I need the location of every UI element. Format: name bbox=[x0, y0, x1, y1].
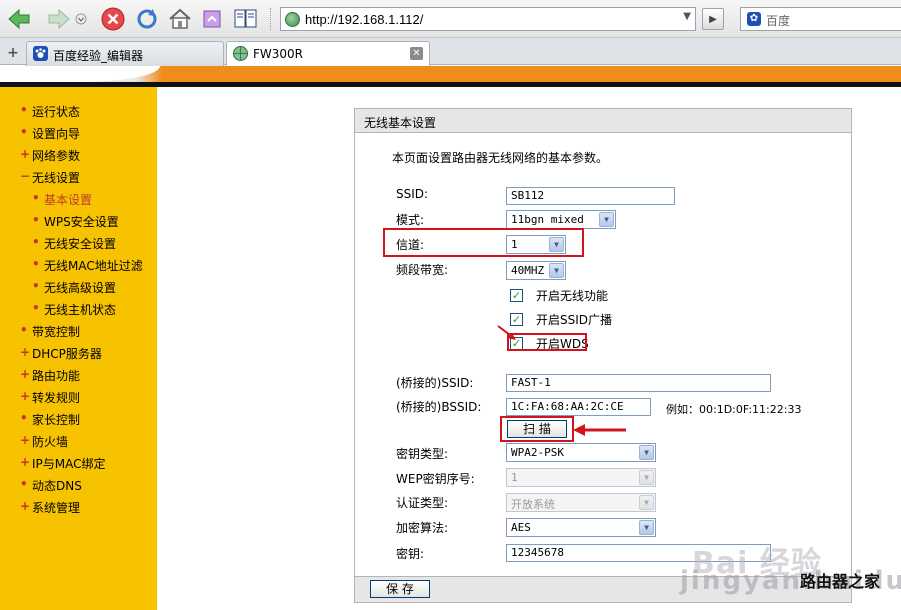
auth-type-value: 开放系统 bbox=[511, 498, 555, 511]
ssid-broadcast-label: 开启SSID广播 bbox=[536, 313, 613, 327]
save-button[interactable]: 保 存 bbox=[370, 580, 430, 598]
stop-icon bbox=[101, 7, 125, 31]
bandwidth-select[interactable]: 40MHZ ▼ bbox=[506, 261, 566, 280]
ssid-label: SSID: bbox=[396, 187, 429, 201]
panel-title: 无线基本设置 bbox=[364, 116, 437, 130]
chevron-down-icon: ▼ bbox=[639, 470, 654, 485]
sidebar-menu: • 运行状态 • 设置向导 + 网络参数 − 无线设置 • 基本设置 • WPS安全设置 •… bbox=[0, 87, 157, 610]
toolbar-separator bbox=[270, 8, 272, 30]
chevron-down-icon: ▼ bbox=[639, 445, 654, 460]
key-type-select[interactable]: WPA2-PSK ▼ bbox=[506, 443, 656, 462]
intro-text: 本页面设置路由器无线网络的基本参数。 bbox=[392, 151, 609, 165]
book-icon bbox=[234, 9, 257, 28]
chevron-down-icon[interactable]: ▼ bbox=[683, 11, 691, 22]
mode-select[interactable]: 11bgn mixed ▼ bbox=[506, 210, 616, 229]
back-arrow-icon bbox=[8, 8, 30, 30]
highlight-scan bbox=[500, 416, 574, 442]
red-arrow-icon bbox=[573, 424, 626, 436]
bridge-bssid-label: (桥接的)BSSID: bbox=[396, 400, 482, 414]
encryption-select[interactable]: AES ▼ bbox=[506, 518, 656, 537]
refresh-button[interactable] bbox=[134, 6, 160, 32]
panel-header: 无线基本设置 bbox=[354, 108, 852, 133]
chevron-down-icon: ▼ bbox=[549, 263, 564, 278]
forward-arrow-icon bbox=[48, 8, 70, 30]
search-box[interactable]: ✿ 百度 bbox=[740, 7, 901, 31]
auth-type-label: 认证类型: bbox=[396, 496, 449, 510]
key-label: 密钥: bbox=[396, 547, 425, 561]
wep-index-select[interactable]: 1 ▼ bbox=[506, 468, 656, 487]
stop-button[interactable] bbox=[100, 6, 126, 32]
history-dropdown[interactable] bbox=[74, 6, 88, 32]
chevron-down-icon bbox=[75, 13, 87, 25]
chevron-down-icon: ▼ bbox=[639, 520, 654, 535]
baidu-paw-icon: ✿ bbox=[747, 12, 761, 26]
wireless-enable-checkbox[interactable]: ✓ bbox=[510, 289, 523, 302]
bridge-ssid-label: (桥接的)SSID: bbox=[396, 376, 474, 390]
bookmarks-button[interactable] bbox=[233, 6, 259, 32]
encryption-value: AES bbox=[511, 521, 531, 534]
bridge-ssid-input[interactable]: FAST-1 bbox=[506, 374, 771, 392]
plus-icon: + bbox=[7, 45, 19, 61]
address-bar[interactable]: http://192.168.1.112/ ▼ bbox=[280, 7, 696, 31]
wireless-enable-label: 开启无线功能 bbox=[536, 289, 609, 303]
auth-type-select[interactable]: 开放系统 ▼ bbox=[506, 493, 656, 512]
chevron-down-icon: ▼ bbox=[639, 495, 654, 510]
site-watermark: 路由器之家 bbox=[800, 572, 881, 591]
search-placeholder[interactable]: 百度 bbox=[766, 12, 790, 29]
ssid-input[interactable]: SB112 bbox=[506, 187, 675, 205]
play-icon: ▶ bbox=[709, 13, 717, 25]
bssid-example: 例如：00:1D:0F:11:22:33 bbox=[666, 403, 802, 416]
wep-index-label: WEP密钥序号: bbox=[396, 472, 475, 486]
baidu-paw-icon bbox=[33, 46, 48, 61]
tab-baidu[interactable]: 百度经验_编辑器 bbox=[26, 41, 224, 66]
new-tab-button[interactable]: + bbox=[4, 44, 22, 62]
history-button[interactable] bbox=[200, 6, 226, 32]
tab-fw300r[interactable]: FW300R ✕ bbox=[226, 41, 430, 67]
key-type-label: 密钥类型: bbox=[396, 447, 449, 461]
back-button[interactable] bbox=[6, 6, 32, 32]
history-icon bbox=[203, 10, 221, 28]
tab-label: 百度经验_编辑器 bbox=[53, 49, 144, 63]
home-button[interactable] bbox=[167, 6, 193, 32]
globe-icon bbox=[285, 12, 300, 27]
bandwidth-value: 40MHZ bbox=[511, 264, 545, 277]
home-icon bbox=[169, 8, 191, 29]
highlight-channel bbox=[383, 228, 584, 257]
chevron-down-icon: ▼ bbox=[599, 212, 614, 227]
bandwidth-label: 频段带宽: bbox=[396, 263, 449, 277]
mode-label: 模式: bbox=[396, 213, 425, 227]
key-type-value: WPA2-PSK bbox=[511, 446, 564, 459]
red-arrow-icon bbox=[497, 325, 516, 340]
go-button[interactable]: ▶ bbox=[702, 8, 724, 30]
refresh-icon bbox=[137, 9, 157, 29]
close-icon[interactable]: ✕ bbox=[410, 47, 423, 60]
wep-index-value: 1 bbox=[511, 471, 518, 484]
check-icon: ✓ bbox=[511, 289, 522, 302]
address-text[interactable]: http://192.168.1.112/ bbox=[305, 12, 423, 27]
globe-icon bbox=[233, 46, 248, 61]
mode-value: 11bgn mixed bbox=[511, 213, 584, 226]
bridge-bssid-input[interactable]: 1C:FA:68:AA:2C:CE bbox=[506, 398, 651, 416]
encryption-label: 加密算法: bbox=[396, 521, 449, 535]
tab-label: FW300R bbox=[253, 47, 304, 61]
forward-button[interactable] bbox=[46, 6, 72, 32]
